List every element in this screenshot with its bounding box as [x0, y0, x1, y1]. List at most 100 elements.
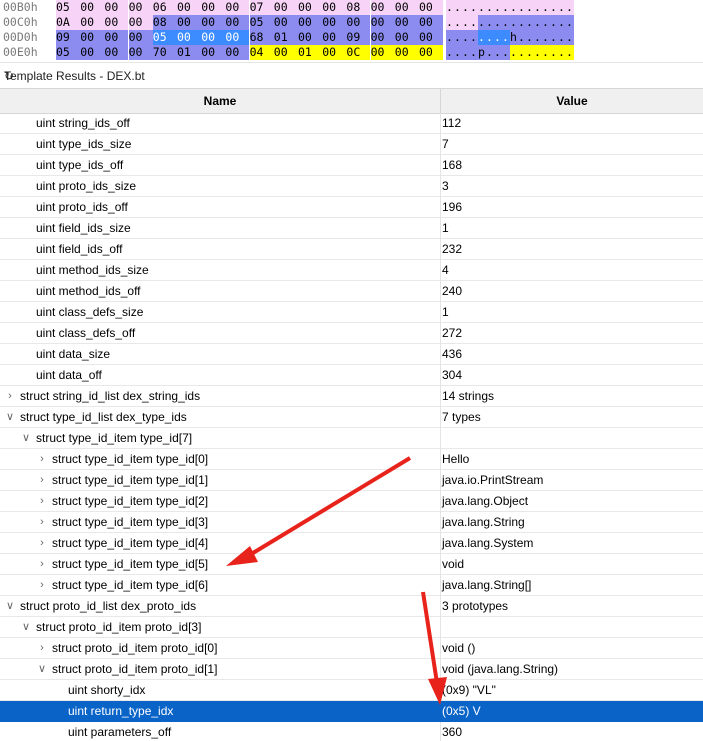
table-row[interactable]: uint return_type_idx (0x5) V [0, 701, 703, 722]
hex-byte[interactable]: 00 [225, 45, 250, 60]
hex-byte[interactable]: 00 [104, 15, 129, 30]
hex-byte[interactable]: 00 [370, 15, 395, 30]
hex-byte[interactable]: 00 [419, 15, 443, 30]
hex-byte[interactable]: 05 [56, 45, 80, 60]
hex-byte[interactable]: 04 [249, 45, 274, 60]
hex-byte[interactable]: 00 [177, 30, 201, 45]
hex-byte[interactable]: 00 [394, 45, 419, 60]
table-row[interactable]: uint data_size 436 [0, 344, 703, 365]
chevron-right-icon[interactable]: › [36, 470, 48, 490]
chevron-down-icon[interactable]: ∨ [36, 659, 48, 679]
hex-byte[interactable]: 00 [104, 0, 129, 15]
hex-byte[interactable]: 00 [273, 45, 298, 60]
hex-byte[interactable]: 00 [322, 0, 347, 15]
chevron-right-icon[interactable]: › [36, 512, 48, 532]
hex-byte[interactable]: 00 [419, 30, 443, 45]
hex-byte[interactable]: 01 [177, 45, 201, 60]
chevron-down-icon[interactable]: ∨ [4, 407, 16, 427]
chevron-right-icon[interactable]: › [36, 449, 48, 469]
table-row[interactable]: › struct type_id_item type_id[6] java.lang… [0, 575, 703, 596]
hex-byte[interactable]: 00 [322, 30, 347, 45]
table-row[interactable]: ∨ struct type_id_item type_id[7] [0, 428, 703, 449]
hex-byte[interactable]: 00 [394, 30, 419, 45]
table-row[interactable]: ∨ struct type_id_list dex_type_ids 7 types [0, 407, 703, 428]
hex-byte[interactable]: 00 [394, 15, 419, 30]
hex-byte[interactable]: 01 [273, 30, 298, 45]
table-row[interactable]: uint data_off 304 [0, 365, 703, 386]
table-row[interactable]: uint field_ids_off 232 [0, 239, 703, 260]
hex-byte[interactable]: 00 [298, 15, 322, 30]
hex-byte[interactable]: 09 [56, 30, 80, 45]
hex-byte[interactable]: 00 [370, 30, 395, 45]
hex-byte[interactable]: 00 [80, 0, 105, 15]
hex-byte[interactable]: 06 [152, 0, 177, 15]
hex-byte[interactable]: 09 [346, 30, 371, 45]
column-header-name[interactable]: Name [0, 89, 441, 113]
hex-byte[interactable]: 00 [273, 0, 298, 15]
table-row[interactable]: › struct type_id_item type_id[0] Hello [0, 449, 703, 470]
hex-row[interactable]: 00B0h 05 00 00 00 06 00 00 00 07 00 00 00 08 00 00 00...… [0, 0, 703, 15]
hex-byte[interactable]: 08 [346, 0, 371, 15]
table-row[interactable]: uint proto_ids_off 196 [0, 197, 703, 218]
table-row[interactable]: uint method_ids_off 240 [0, 281, 703, 302]
hex-byte[interactable]: 00 [128, 45, 153, 60]
hex-byte[interactable]: 00 [225, 30, 250, 45]
table-row[interactable]: uint proto_ids_size 3 [0, 176, 703, 197]
table-row[interactable]: uint class_defs_size 1 [0, 302, 703, 323]
hex-row[interactable]: 00D0h 09 00 00 00 05 00 00 00 68 01 00 00 09 00 00 00...… [0, 30, 703, 45]
hex-editor-view[interactable]: 00B0h 05 00 00 00 06 00 00 00 07 00 00 00 08 00 00 00...… [0, 0, 703, 62]
chevron-down-icon[interactable]: ∨ [20, 428, 32, 448]
hex-byte[interactable]: 05 [152, 30, 177, 45]
table-row[interactable]: uint method_ids_size 4 [0, 260, 703, 281]
table-row[interactable]: uint type_ids_size 7 [0, 134, 703, 155]
hex-byte[interactable]: 00 [177, 0, 201, 15]
refresh-icon[interactable]: ↻ [4, 69, 14, 83]
hex-byte[interactable]: 00 [419, 0, 443, 15]
table-row[interactable]: uint parameters_off 360 [0, 722, 703, 741]
hex-byte[interactable]: 68 [249, 30, 274, 45]
hex-byte[interactable]: 0A [56, 15, 80, 30]
hex-byte[interactable]: 00 [128, 0, 153, 15]
hex-byte[interactable]: 00 [201, 15, 226, 30]
table-row[interactable]: › struct type_id_item type_id[5] void [0, 554, 703, 575]
hex-byte[interactable]: 05 [56, 0, 80, 15]
hex-byte[interactable]: 0C [346, 45, 371, 60]
hex-byte[interactable]: 00 [128, 30, 153, 45]
hex-byte[interactable]: 07 [249, 0, 274, 15]
hex-byte[interactable]: 00 [80, 15, 105, 30]
chevron-right-icon[interactable]: › [36, 575, 48, 595]
table-row[interactable]: uint string_ids_off 112 [0, 113, 703, 134]
table-row[interactable]: uint shorty_idx (0x9) "VL" [0, 680, 703, 701]
hex-ascii[interactable]: ................ [446, 15, 574, 30]
hex-byte[interactable]: 00 [80, 45, 105, 60]
hex-ascii[interactable]: ....p........... [446, 45, 574, 60]
hex-byte[interactable]: 00 [419, 45, 443, 60]
hex-byte[interactable]: 00 [322, 45, 347, 60]
chevron-right-icon[interactable]: › [36, 638, 48, 658]
hex-byte[interactable]: 00 [322, 15, 347, 30]
chevron-down-icon[interactable]: ∨ [20, 617, 32, 637]
table-row[interactable]: › struct proto_id_item proto_id[0] void () [0, 638, 703, 659]
table-row[interactable]: › struct type_id_item type_id[4] java.lang… [0, 533, 703, 554]
hex-row[interactable]: 00C0h 0A 00 00 00 08 00 00 00 05 00 00 00 00 00 00 00...… [0, 15, 703, 30]
hex-byte[interactable]: 00 [128, 15, 153, 30]
table-row[interactable]: › struct type_id_item type_id[2] java.lang… [0, 491, 703, 512]
hex-row[interactable]: 00E0h 05 00 00 00 70 01 00 00 04 00 01 00 0C 00 00 00...… [0, 45, 703, 60]
chevron-right-icon[interactable]: › [4, 386, 16, 406]
chevron-right-icon[interactable]: › [36, 491, 48, 511]
hex-byte[interactable]: 00 [346, 15, 371, 30]
hex-byte[interactable]: 00 [273, 15, 298, 30]
hex-byte[interactable]: 00 [298, 0, 322, 15]
table-row[interactable]: ∨ struct proto_id_list dex_proto_ids 3 pro… [0, 596, 703, 617]
table-row[interactable]: uint type_ids_off 168 [0, 155, 703, 176]
hex-byte[interactable]: 00 [370, 45, 395, 60]
hex-byte[interactable]: 00 [370, 0, 395, 15]
hex-byte[interactable]: 70 [152, 45, 177, 60]
hex-byte[interactable]: 00 [394, 0, 419, 15]
hex-ascii[interactable]: ........h....... [446, 30, 574, 45]
hex-byte[interactable]: 00 [177, 15, 201, 30]
chevron-right-icon[interactable]: › [36, 554, 48, 574]
hex-byte[interactable]: 00 [201, 30, 226, 45]
hex-byte[interactable]: 00 [104, 30, 129, 45]
hex-byte[interactable]: 00 [104, 45, 129, 60]
